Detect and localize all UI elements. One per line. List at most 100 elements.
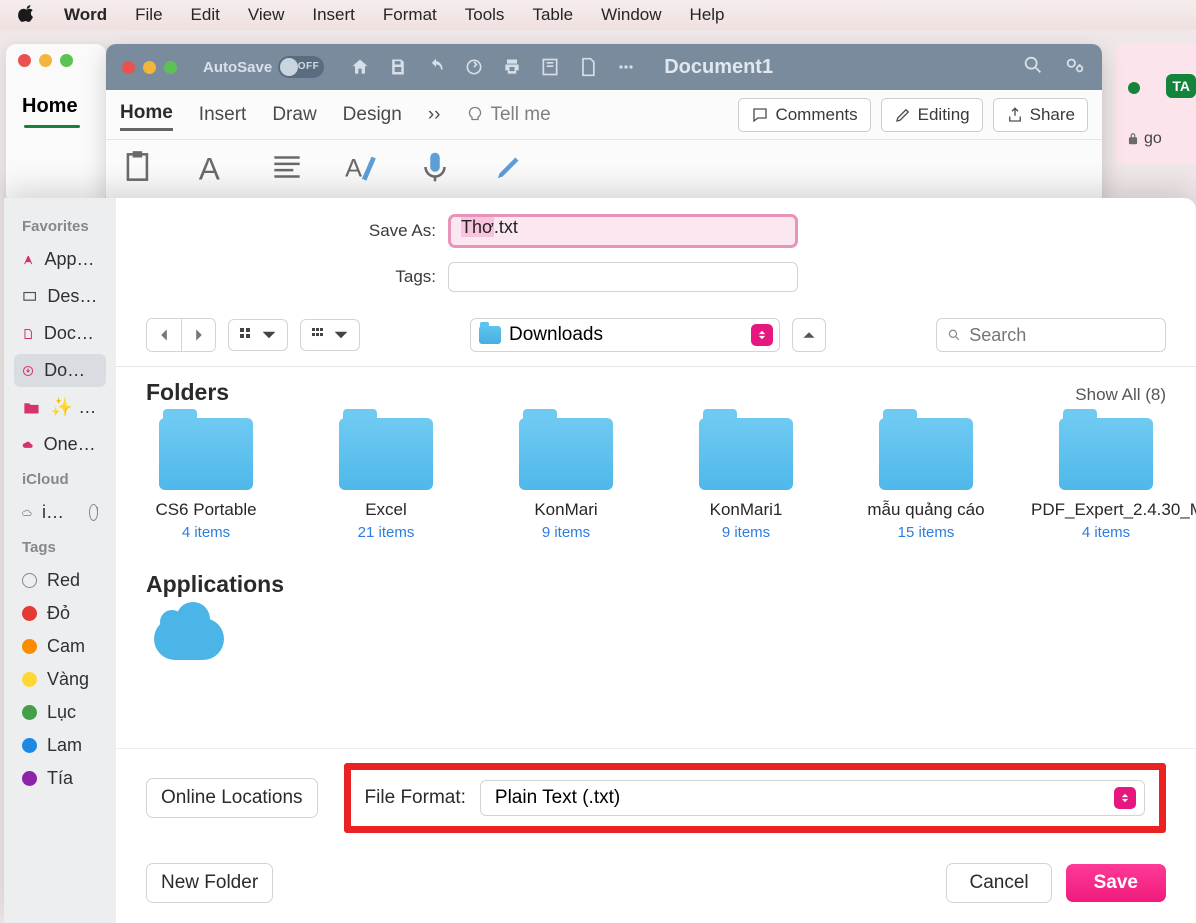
nav-back-forward [146,318,216,352]
redo-icon[interactable] [464,57,484,77]
save-dialog: Favorites Applicati… Desktop Documents D… [4,198,1196,923]
tag-label: Đỏ [47,603,70,624]
folder-icon [339,418,433,490]
icloud-header: iCloud [22,471,98,488]
ribbon-tab-insert[interactable]: Insert [199,104,247,126]
page-icon[interactable] [578,57,598,77]
app-name[interactable]: Word [64,5,107,25]
folder-item[interactable]: PDF_Expert_2.4.30_Mac4 items [1046,418,1166,541]
view-icon-mode[interactable] [228,319,288,351]
svg-text:A: A [345,155,362,183]
file-format-select[interactable]: Plain Text (.txt) [480,780,1145,816]
editing-button[interactable]: Editing [881,98,983,132]
sidebar-tag-item[interactable]: Tía [14,762,106,795]
more-icon[interactable] [616,57,636,77]
font-tool[interactable]: A [194,148,232,186]
home-tab-bg: Home [6,77,106,124]
menu-window[interactable]: Window [601,5,661,25]
tag-label: Vàng [47,669,89,690]
dictate-tool[interactable] [416,148,454,186]
menu-format[interactable]: Format [383,5,437,25]
zoom-button[interactable] [164,61,177,74]
sidebar-tag-item[interactable]: Lam [14,729,106,762]
sidebar-tag-item[interactable]: Cam [14,630,106,663]
search-icon[interactable] [1022,54,1044,81]
save-icon[interactable] [388,57,408,77]
sidebar-item-icloud[interactable]: iCloud… [14,496,106,529]
ribbon-more[interactable]: ›› [428,104,441,126]
new-folder-button[interactable]: New Folder [146,863,273,903]
menu-help[interactable]: Help [690,5,725,25]
save-button[interactable]: Save [1066,864,1166,902]
close-button[interactable] [122,61,135,74]
sidebar-item-desktop[interactable]: Desktop [14,280,106,313]
menu-insert[interactable]: Insert [312,5,355,25]
folder-item[interactable]: mẫu quảng cáo15 items [866,418,986,541]
sidebar-item-documents[interactable]: Documents [14,317,106,350]
folder-item[interactable]: Excel21 items [326,418,446,541]
cancel-button[interactable]: Cancel [946,863,1051,903]
tag-color-icon [22,606,37,621]
sidebar-tag-item[interactable]: Red [14,564,106,597]
ribbon-tab-draw[interactable]: Draw [272,104,316,126]
tell-me-search[interactable]: Tell me [466,104,550,126]
folder-item[interactable]: CS6 Portable4 items [146,418,266,541]
paste-tool[interactable] [120,148,158,186]
zoom-button-bg[interactable] [60,54,73,67]
sidebar-item-downloads[interactable]: Downloads [14,354,106,387]
menu-view[interactable]: View [248,5,285,25]
apple-menu[interactable] [18,4,36,27]
application-item[interactable] [146,618,1166,660]
background-browser-window: TA go [1116,44,1196,164]
online-locations-button[interactable]: Online Locations [146,778,318,818]
ribbon-tab-design[interactable]: Design [343,104,402,126]
folder-item[interactable]: KonMari9 items [506,418,626,541]
minimize-button-bg[interactable] [39,54,52,67]
tags-input[interactable] [448,262,798,292]
template-icon[interactable] [540,57,560,77]
save-dialog-sidebar: Favorites Applicati… Desktop Documents D… [4,198,116,923]
menu-file[interactable]: File [135,5,162,25]
menu-table[interactable]: Table [532,5,573,25]
nav-forward-button[interactable] [181,319,215,351]
sidebar-tag-item[interactable]: Lục [14,696,106,729]
tag-color-icon [22,771,37,786]
sidebar-tag-item[interactable]: Vàng [14,663,106,696]
autosave-switch[interactable]: OFF [278,56,324,78]
save-as-input[interactable]: Thơ.txt [448,214,798,248]
folder-item[interactable]: KonMari19 items [686,418,806,541]
share-button[interactable]: Share [993,98,1088,132]
search-input[interactable] [969,325,1155,346]
minimize-button[interactable] [143,61,156,74]
show-all-link[interactable]: Show All (8) [1075,385,1166,405]
undo-icon[interactable] [426,57,446,77]
folder-item-count: 9 items [722,524,770,541]
sidebar-item-emoji-folder[interactable]: ✨ 🧚 [14,391,106,424]
folder-name: CS6 Portable [155,500,256,520]
collapse-button[interactable] [792,318,826,352]
close-button-bg[interactable] [18,54,31,67]
editor-tool[interactable] [490,148,528,186]
sidebar-item-applications[interactable]: Applicati… [14,243,106,276]
tags-header: Tags [22,539,98,556]
search-icon [947,327,961,343]
folder-item-count: 9 items [542,524,590,541]
styles-tool[interactable]: A [342,148,380,186]
share-icon[interactable] [1064,54,1086,81]
home-icon[interactable] [350,57,370,77]
autosave-toggle[interactable]: AutoSave OFF [203,56,324,78]
ribbon-tab-home[interactable]: Home [120,102,173,131]
view-group-mode[interactable] [300,319,360,351]
print-icon[interactable] [502,57,522,77]
comments-button[interactable]: Comments [738,98,870,132]
search-box[interactable] [936,318,1166,352]
tag-color-icon [22,573,37,588]
menu-edit[interactable]: Edit [191,5,220,25]
file-browser[interactable]: Folders Show All (8) CS6 Portable4 items… [116,367,1196,748]
sidebar-tag-item[interactable]: Đỏ [14,597,106,630]
location-dropdown[interactable]: Downloads [470,318,780,352]
nav-back-button[interactable] [147,319,181,351]
menu-tools[interactable]: Tools [465,5,505,25]
paragraph-tool[interactable] [268,148,306,186]
sidebar-item-onedrive[interactable]: OneDrive… [14,428,106,461]
